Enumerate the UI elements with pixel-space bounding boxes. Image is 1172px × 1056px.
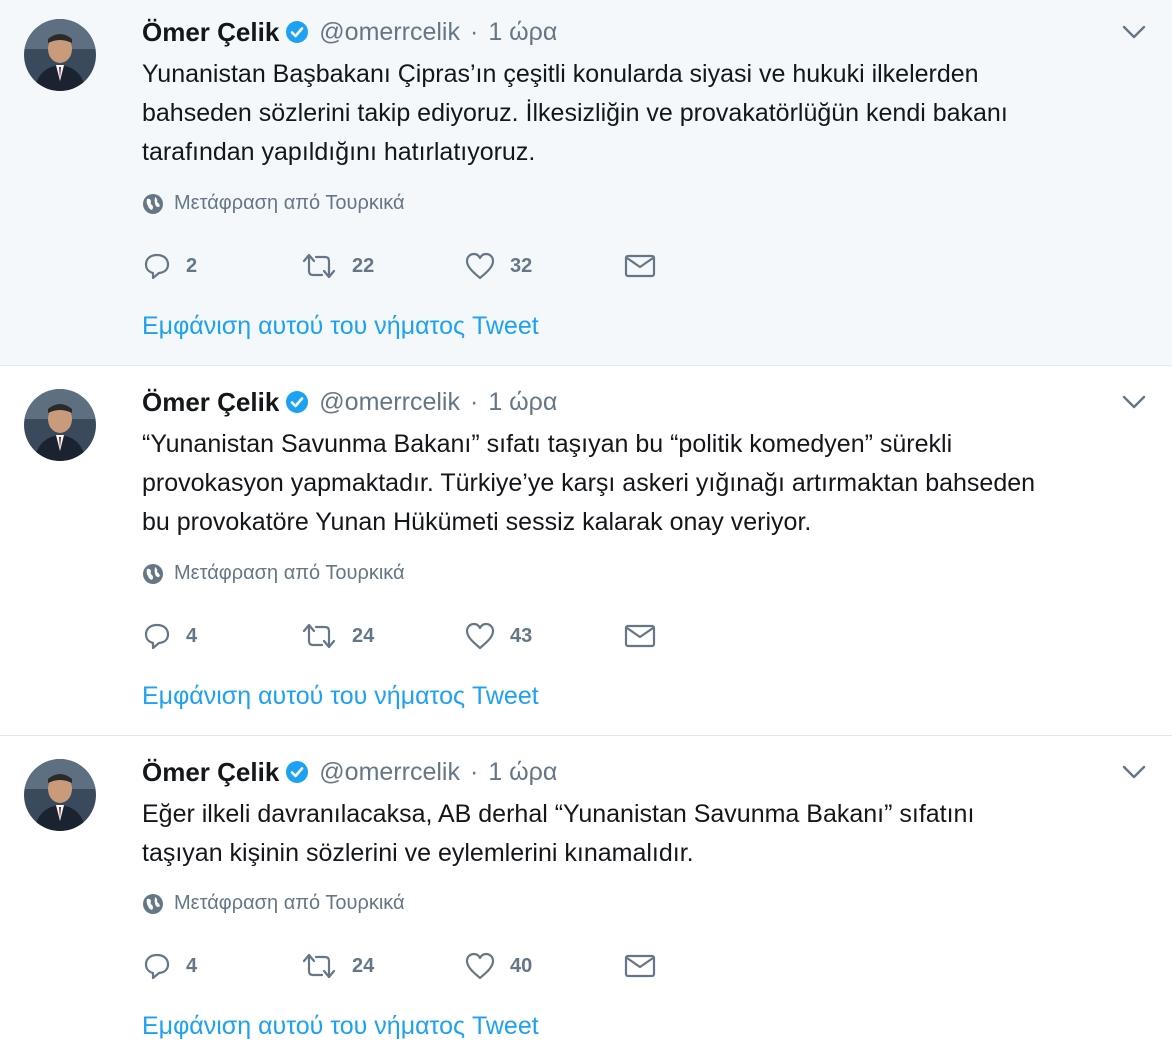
chevron-down-icon[interactable] [1122, 24, 1146, 40]
globe-icon [143, 893, 163, 914]
reply-button[interactable]: 4 [142, 951, 300, 981]
author-name[interactable]: Ömer Çelik [142, 757, 279, 788]
author-handle[interactable]: @omerrcelik [319, 388, 460, 417]
like-count: 40 [510, 954, 533, 977]
tweet[interactable]: Ömer Çelik @omerrcelik · 1 ώρα “Yunanist… [0, 366, 1172, 736]
translate-label[interactable]: Μετάφραση από Τουρκικά [174, 892, 405, 915]
tweet-text-line: tarafından yapıldığını hatırlatıyoruz. [142, 138, 536, 166]
author-name[interactable]: Ömer Çelik [142, 17, 279, 48]
chevron-down-icon[interactable] [1122, 764, 1146, 780]
retweet-button[interactable]: 22 [300, 251, 464, 281]
tweet-text-line: Eğer ilkeli davranılacaksa, AB derhal “Y… [142, 800, 975, 828]
avatar-image [24, 19, 96, 91]
verified-badge-icon [286, 391, 309, 413]
tweet-text-line: Yunanistan Başbakanı Çipras’ın çeşitli k… [142, 60, 979, 88]
globe-icon [143, 563, 163, 584]
avatar[interactable] [24, 759, 96, 831]
reply-icon [144, 623, 170, 650]
translate-link[interactable]: Μετάφραση από Τουρκικά [142, 562, 405, 585]
reply-icon [144, 253, 170, 280]
author-name[interactable]: Ömer Çelik [142, 387, 279, 418]
heart-icon [465, 252, 495, 280]
envelope-icon [624, 954, 656, 978]
reply-count: 4 [186, 624, 198, 647]
separator-dot: · [469, 757, 479, 786]
dm-button[interactable] [624, 953, 656, 979]
avatar-image [24, 759, 96, 831]
tweet-text: “Yunanistan Savunma Bakanı” sıfatı taşıy… [142, 425, 1142, 542]
tweet-text: Eğer ilkeli davranılacaksa, AB derhal “Y… [142, 795, 1142, 873]
heart-icon [465, 622, 495, 650]
tweet-text: Yunanistan Başbakanı Çipras’ın çeşitli k… [142, 55, 1142, 172]
verified-badge-icon [286, 21, 309, 43]
reply-icon [144, 953, 170, 980]
timestamp[interactable]: 1 ώρα [488, 758, 557, 787]
author-handle[interactable]: @omerrcelik [319, 18, 460, 47]
timestamp[interactable]: 1 ώρα [488, 18, 557, 47]
tweet[interactable]: Ömer Çelik @omerrcelik · 1 ώρα Eğer ilke… [0, 736, 1172, 1056]
author-handle[interactable]: @omerrcelik [319, 758, 460, 787]
avatar-image [24, 389, 96, 461]
verified-badge-icon [286, 761, 309, 783]
reply-button[interactable]: 2 [142, 251, 300, 281]
retweet-button[interactable]: 24 [300, 621, 464, 651]
tweet[interactable]: Ömer Çelik @omerrcelik · 1 ώρα Yunanista… [0, 0, 1172, 366]
avatar[interactable] [24, 19, 96, 91]
tweet-text-line: “Yunanistan Savunma Bakanı” sıfatı taşıy… [142, 430, 953, 458]
chevron-down-icon[interactable] [1122, 394, 1146, 410]
tweet-actions: 4 24 43 [142, 616, 656, 656]
tweet-text-line: provokasyon yapmaktadır. Türkiye’ye karş… [142, 469, 1036, 497]
show-thread-link[interactable]: Εμφάνιση αυτού του νήματος Tweet [142, 312, 539, 341]
tweet-actions: 2 22 32 [142, 246, 656, 286]
avatar[interactable] [24, 389, 96, 461]
retweet-icon [302, 953, 336, 979]
retweet-count: 22 [352, 254, 375, 277]
tweet-text-line: bu provokatöre Yunan Hükümeti sessiz kal… [142, 508, 812, 536]
translate-label[interactable]: Μετάφραση από Τουρκικά [174, 562, 405, 585]
translate-link[interactable]: Μετάφραση από Τουρκικά [142, 192, 405, 215]
dm-button[interactable] [624, 253, 656, 279]
timestamp[interactable]: 1 ώρα [488, 388, 557, 417]
like-button[interactable]: 32 [464, 251, 624, 281]
like-count: 32 [510, 254, 533, 277]
retweet-count: 24 [352, 954, 375, 977]
like-button[interactable]: 40 [464, 951, 624, 981]
envelope-icon [624, 254, 656, 278]
retweet-count: 24 [352, 624, 375, 647]
separator-dot: · [469, 387, 479, 416]
like-count: 43 [510, 624, 533, 647]
translate-link[interactable]: Μετάφραση από Τουρκικά [142, 892, 405, 915]
retweet-icon [302, 253, 336, 279]
reply-count: 2 [186, 254, 198, 277]
retweet-button[interactable]: 24 [300, 951, 464, 981]
show-thread-link[interactable]: Εμφάνιση αυτού του νήματος Tweet [142, 1012, 539, 1041]
tweet-text-line: taşıyan kişinin sözlerini ve eylemlerini… [142, 839, 694, 867]
retweet-icon [302, 623, 336, 649]
tweet-actions: 4 24 40 [142, 946, 656, 986]
translate-label[interactable]: Μετάφραση από Τουρκικά [174, 192, 405, 215]
dm-button[interactable] [624, 623, 656, 649]
envelope-icon [624, 624, 656, 648]
show-thread-link[interactable]: Εμφάνιση αυτού του νήματος Tweet [142, 682, 539, 711]
tweet-text-line: bahseden sözlerini takip ediyoruz. İlkes… [142, 99, 1008, 127]
like-button[interactable]: 43 [464, 621, 624, 651]
reply-button[interactable]: 4 [142, 621, 300, 651]
heart-icon [465, 952, 495, 980]
globe-icon [143, 193, 163, 214]
reply-count: 4 [186, 954, 198, 977]
separator-dot: · [469, 17, 479, 46]
